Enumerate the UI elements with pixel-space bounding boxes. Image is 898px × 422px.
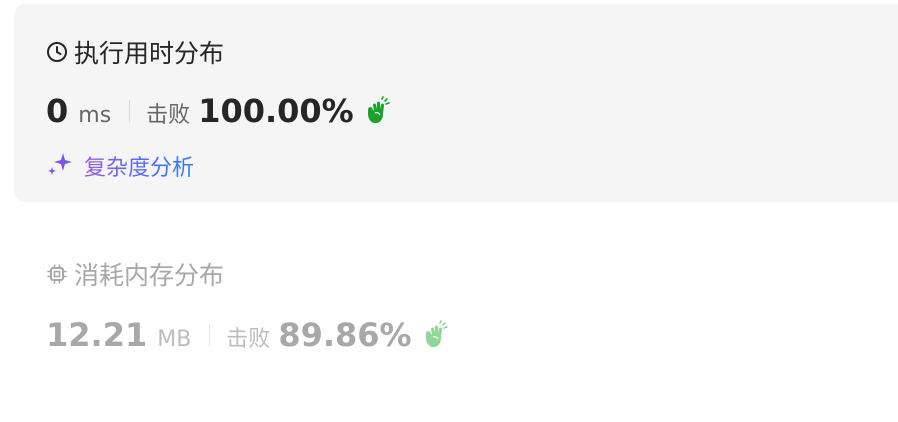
runtime-header: 执行用时分布 — [46, 34, 224, 70]
metric-divider — [129, 100, 131, 122]
complexity-analysis-label: 复杂度分析 — [84, 150, 194, 182]
memory-title: 消耗内存分布 — [74, 261, 225, 290]
clapping-hands-icon — [362, 96, 392, 126]
memory-metric-row: 12.21 MB 击败 89.86% — [46, 316, 450, 354]
runtime-value: 0 — [46, 92, 69, 130]
memory-header: 消耗内存分布 — [46, 256, 224, 292]
runtime-unit: ms — [78, 103, 112, 128]
runtime-beat-label: 击败 — [146, 103, 191, 128]
memory-unit: MB — [157, 327, 192, 352]
memory-beat-percent: 89.86% — [278, 316, 412, 354]
complexity-analysis-link[interactable]: 复杂度分析 — [46, 150, 194, 182]
runtime-title: 执行用时分布 — [74, 39, 225, 68]
clock-icon — [46, 41, 68, 63]
metric-divider — [209, 324, 211, 346]
runtime-beat-percent: 100.00% — [198, 92, 354, 130]
memory-value: 12.21 — [46, 316, 148, 354]
clapping-hands-icon — [420, 320, 450, 350]
runtime-distribution-card[interactable]: 执行用时分布 0 ms 击败 100.00% 复杂度分析 — [14, 4, 898, 202]
runtime-metric-row: 0 ms 击败 100.00% — [46, 92, 392, 130]
sparkle-icon — [46, 150, 74, 182]
memory-beat-label: 击败 — [226, 327, 271, 352]
submission-result-panel: 执行用时分布 0 ms 击败 100.00% 复杂度分析 消耗内存分布 12.2… — [0, 0, 898, 422]
chip-icon — [46, 263, 68, 285]
